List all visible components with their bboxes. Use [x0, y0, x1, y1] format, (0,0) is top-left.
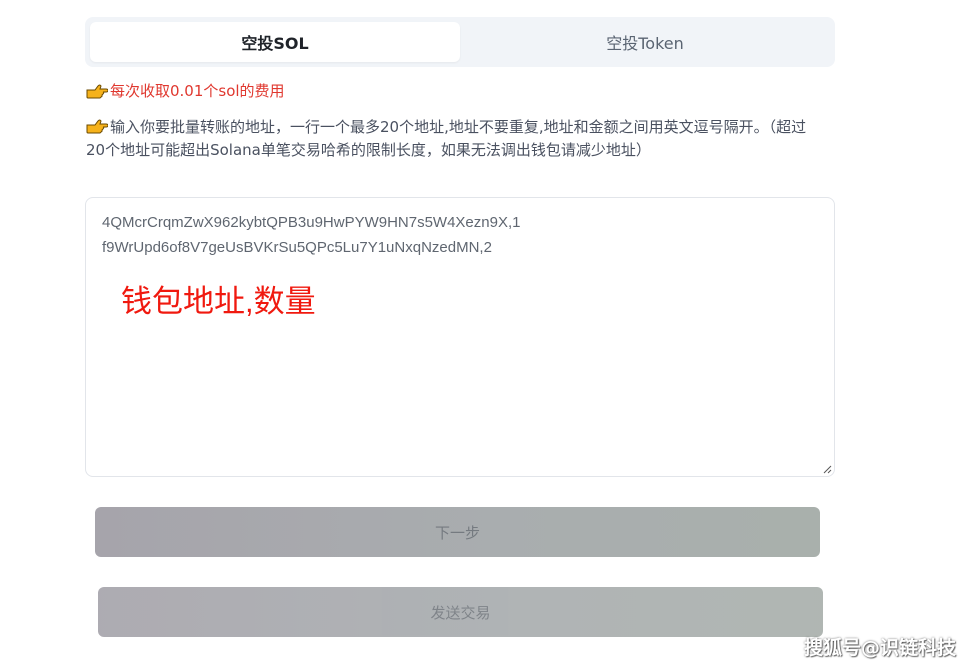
annotation-label: 钱包地址,数量 [121, 284, 316, 319]
address-line: 4QMcrCrqmZwX962kybtQPB3u9HwPYW9HN7s5W4Xe… [102, 214, 521, 231]
fee-notice: 每次收取0.01个sol的费用 [86, 80, 285, 101]
airdrop-page: 空投SOL 空投Token 每次收取0.01个sol的费用 输入你要批量转账的地… [0, 0, 976, 670]
fee-notice-text: 每次收取0.01个sol的费用 [110, 82, 285, 100]
address-list: 4QMcrCrqmZwX962kybtQPB3u9HwPYW9HN7s5W4Xe… [102, 210, 520, 260]
instructions-text: 输入你要批量转账的地址，一行一个最多20个地址,地址不要重复,地址和金额之间用英… [86, 118, 807, 159]
tab-airdrop-token[interactable]: 空投Token [460, 22, 830, 62]
address-line: f9WrUpd6of8V7geUsBVKrSu5QPc5Lu7Y1uNxqNze… [102, 239, 492, 256]
next-step-button[interactable]: 下一步 [95, 507, 820, 557]
tab-airdrop-sol[interactable]: 空投SOL [90, 22, 460, 62]
address-textarea[interactable]: 4QMcrCrqmZwX962kybtQPB3u9HwPYW9HN7s5W4Xe… [85, 197, 835, 477]
watermark: 搜狐号@识链科技 [803, 637, 956, 659]
tab-bar: 空投SOL 空投Token [85, 17, 835, 67]
pointing-hand-icon [86, 119, 108, 134]
send-transaction-button[interactable]: 发送交易 [98, 587, 823, 637]
instructions-notice: 输入你要批量转账的地址，一行一个最多20个地址,地址不要重复,地址和金额之间用英… [86, 116, 816, 162]
resize-grip-icon[interactable] [822, 464, 832, 474]
pointing-hand-icon [86, 84, 108, 98]
